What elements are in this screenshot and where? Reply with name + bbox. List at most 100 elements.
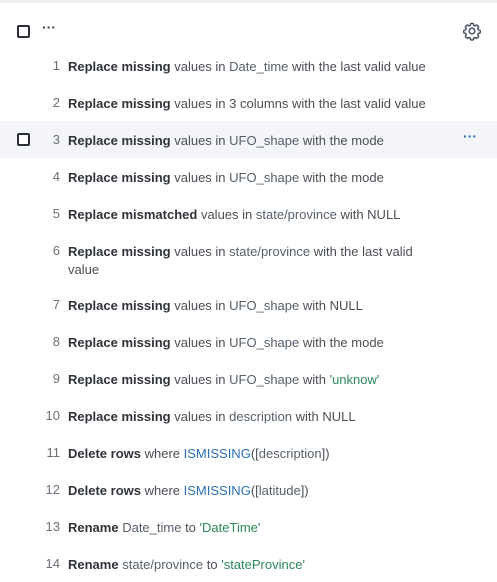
step-text: values in xyxy=(197,207,256,222)
step-number: 4 xyxy=(52,169,60,184)
step-number: 5 xyxy=(52,206,60,221)
step-action: Replace missing xyxy=(68,96,171,111)
string-literal: 'stateProvince' xyxy=(221,557,305,572)
step-number: 6 xyxy=(52,243,60,258)
column-name: Date_time xyxy=(229,59,289,74)
step-action: Rename xyxy=(68,557,119,572)
step-select-checkbox[interactable] xyxy=(17,133,30,146)
step-action: Delete rows xyxy=(68,446,141,461)
step-number: 11 xyxy=(46,445,61,460)
step-text: with the mode xyxy=(299,335,384,350)
step-text: values in xyxy=(170,170,230,185)
step-text: to xyxy=(181,520,200,535)
step-action: Delete rows xyxy=(68,483,141,498)
step-row[interactable]: 11 Delete rows where ISMISSING([descripti… xyxy=(0,434,497,471)
step-text: values in xyxy=(170,244,230,259)
step-description: Replace mismatched values in state/provi… xyxy=(68,206,428,224)
column-name: UFO_shape xyxy=(229,335,300,350)
step-number: 13 xyxy=(45,519,60,534)
column-name: latitude xyxy=(258,483,301,498)
step-number: 12 xyxy=(45,482,60,497)
step-row[interactable]: 3 Replace missing values in UFO_shape wit… xyxy=(0,121,497,158)
function-name: ISMISSING xyxy=(183,483,251,498)
step-text: with the mode xyxy=(299,170,384,185)
step-text: values in xyxy=(170,59,230,74)
step-list: 1 Replace missing values in Date_time wit… xyxy=(0,47,497,582)
step-description: Delete rows where ISMISSING([description… xyxy=(68,445,428,463)
select-all-checkbox[interactable] xyxy=(17,25,30,38)
step-text: values in xyxy=(170,335,230,350)
column-name: UFO_shape xyxy=(229,133,300,148)
column-name: description xyxy=(229,409,293,424)
column-name: UFO_shape xyxy=(229,372,300,387)
step-description: Replace missing values in UFO_shape with… xyxy=(68,132,428,150)
step-text: ]) xyxy=(321,446,330,461)
step-text: values in xyxy=(170,133,230,148)
step-text: values in xyxy=(170,372,230,387)
step-row[interactable]: 13 Rename Date_time to 'DateTime' xyxy=(0,508,497,545)
step-row[interactable]: 7 Replace missing values in UFO_shape wit… xyxy=(0,286,497,323)
step-number: 10 xyxy=(45,408,60,423)
step-description: Replace missing values in description wi… xyxy=(68,408,428,426)
step-description: Replace missing values in 3 columns with… xyxy=(68,95,428,113)
step-description: Rename Date_time to 'DateTime' xyxy=(68,519,428,537)
step-action: Replace missing xyxy=(68,372,171,387)
step-text: with NULL xyxy=(292,409,356,424)
column-name: description xyxy=(258,446,322,461)
step-row[interactable]: 2 Replace missing values in 3 columns wit… xyxy=(0,84,497,121)
column-name: UFO_shape xyxy=(229,298,300,313)
step-text: where xyxy=(140,483,184,498)
panel-header: ··· xyxy=(0,12,497,50)
step-number: 14 xyxy=(45,556,60,571)
step-action: Replace missing xyxy=(68,133,171,148)
step-row[interactable]: 4 Replace missing values in UFO_shape wit… xyxy=(0,158,497,195)
step-row[interactable]: 5 Replace mismatched values in state/prov… xyxy=(0,195,497,232)
column-name: state/province xyxy=(255,207,337,222)
step-description: Replace missing values in Date_time with… xyxy=(68,58,428,76)
column-name: Date_time xyxy=(122,520,182,535)
step-number: 1 xyxy=(52,58,60,73)
step-text: with NULL xyxy=(336,207,401,222)
function-name: ISMISSING xyxy=(183,446,251,461)
step-row[interactable]: 10 Replace missing values in description … xyxy=(0,397,497,434)
step-description: Replace missing values in UFO_shape with… xyxy=(68,169,428,187)
step-description: Delete rows where ISMISSING([latitude]) xyxy=(68,482,428,500)
string-literal: 'DateTime' xyxy=(199,520,261,535)
step-action: Replace missing xyxy=(68,244,171,259)
step-text: values in xyxy=(170,409,230,424)
step-more-options-icon[interactable]: ··· xyxy=(463,128,477,144)
step-description: Replace missing values in UFO_shape with… xyxy=(68,371,428,389)
step-row[interactable]: 14 Rename state/province to 'stateProvinc… xyxy=(0,545,497,582)
string-literal: 'unknow' xyxy=(329,372,380,387)
step-number: 2 xyxy=(52,95,60,110)
step-text: values in 3 columns with the last valid … xyxy=(170,96,426,111)
recipe-steps-panel: ··· 1 Replace missing values in Date_time… xyxy=(0,0,497,579)
step-number: 7 xyxy=(52,297,60,312)
step-text: ]) xyxy=(300,483,309,498)
step-number: 9 xyxy=(52,371,60,386)
gear-icon[interactable] xyxy=(462,21,482,41)
step-text: ([ xyxy=(250,483,259,498)
more-options-icon[interactable]: ··· xyxy=(42,19,56,35)
step-row[interactable]: 12 Delete rows where ISMISSING([latitude]… xyxy=(0,471,497,508)
step-text: with the mode xyxy=(299,133,384,148)
step-action: Replace missing xyxy=(68,409,171,424)
step-action: Replace missing xyxy=(68,335,171,350)
step-row[interactable]: 8 Replace missing values in UFO_shape wit… xyxy=(0,323,497,360)
step-row[interactable]: 1 Replace missing values in Date_time wit… xyxy=(0,47,497,84)
top-divider xyxy=(0,0,497,3)
step-text: with NULL xyxy=(299,298,363,313)
step-action: Replace mismatched xyxy=(68,207,198,222)
step-description: Replace missing values in state/province… xyxy=(68,243,428,279)
step-text: where xyxy=(140,446,184,461)
step-action: Rename xyxy=(68,520,119,535)
step-action: Replace missing xyxy=(68,298,171,313)
column-name: state/province xyxy=(229,244,311,259)
step-text: with xyxy=(299,372,330,387)
step-row[interactable]: 6 Replace missing values in state/provinc… xyxy=(0,232,497,286)
step-text: with the last valid value xyxy=(288,59,426,74)
step-row[interactable]: 9 Replace missing values in UFO_shape wit… xyxy=(0,360,497,397)
step-number: 8 xyxy=(52,334,60,349)
step-description: Rename state/province to 'stateProvince' xyxy=(68,556,428,574)
step-action: Replace missing xyxy=(68,59,171,74)
